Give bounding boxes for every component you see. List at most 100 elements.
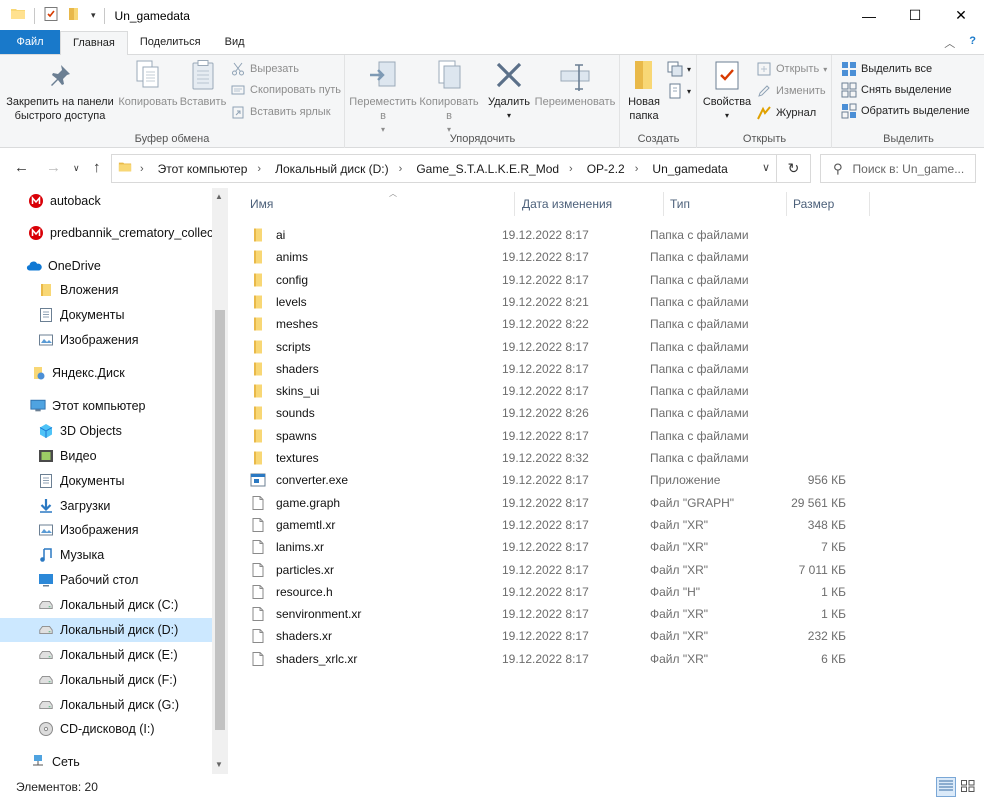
copy-to-button[interactable]: Копировать в ▾ — [416, 59, 482, 137]
minimize-button[interactable]: — — [846, 0, 892, 31]
easy-access-button[interactable]: ▾ — [667, 81, 691, 101]
file-row[interactable]: meshes 19.12.2022 8:22 Папка с файлами — [246, 313, 870, 335]
file-row[interactable]: ai 19.12.2022 8:17 Папка с файлами — [246, 224, 870, 246]
breadcrumb-drive-d[interactable]: Локальный диск (D:) — [275, 162, 389, 176]
large-icons-view-button[interactable] — [958, 777, 978, 797]
tab-home[interactable]: Главная — [60, 31, 128, 55]
qa-dropdown-icon[interactable]: ▾ — [91, 10, 96, 21]
details-view-button[interactable] — [936, 777, 956, 797]
nav-item[interactable]: Изображения — [0, 518, 212, 542]
nav-scrollbar[interactable]: ▲ ▼ — [212, 188, 228, 774]
delete-button[interactable]: Удалить ▾ — [484, 59, 534, 123]
file-row[interactable]: lanims.xr 19.12.2022 8:17 Файл "XR" 7 КБ — [246, 536, 870, 558]
file-row[interactable]: senvironment.xr 19.12.2022 8:17 Файл "XR" 1… — [246, 603, 870, 625]
file-row[interactable]: levels 19.12.2022 8:21 Папка с файлами — [246, 291, 870, 313]
column-header-date[interactable]: Дата изменения — [516, 192, 664, 216]
new-folder-button[interactable]: Новая папка — [623, 59, 665, 123]
move-to-button[interactable]: Переместить в ▾ — [348, 59, 418, 137]
breadcrumb-sep[interactable]: › — [395, 163, 411, 175]
breadcrumb-sep[interactable]: › — [565, 163, 581, 175]
refresh-icon[interactable]: ↻ — [776, 155, 810, 182]
file-row[interactable]: shaders 19.12.2022 8:17 Папка с файлами — [246, 358, 870, 380]
breadcrumb-sep[interactable]: › — [253, 163, 269, 175]
properties-qa-icon[interactable] — [43, 6, 59, 25]
maximize-button[interactable]: ☐ — [892, 0, 938, 31]
tab-file[interactable]: Файл — [0, 30, 60, 54]
nav-item[interactable]: CD-дисковод (I:) — [0, 717, 212, 741]
file-row[interactable]: gamemtl.xr 19.12.2022 8:17 Файл "XR" 348 КБ — [246, 514, 870, 536]
scroll-up-icon[interactable]: ▲ — [215, 192, 223, 201]
file-row[interactable]: shaders.xr 19.12.2022 8:17 Файл "XR" 232 КБ — [246, 625, 870, 647]
column-header-type[interactable]: Тип — [664, 192, 787, 216]
scroll-down-icon[interactable]: ▼ — [215, 760, 223, 769]
cut-button[interactable]: Вырезать — [230, 59, 299, 79]
nav-item[interactable]: predbannik_crematory_collect — [0, 221, 212, 245]
up-arrow-icon[interactable]: ↑ — [93, 159, 101, 176]
file-row[interactable]: game.graph 19.12.2022 8:17 Файл "GRAPH" 29 … — [246, 492, 870, 514]
forward-arrow-icon[interactable]: → — [46, 159, 61, 176]
edit-button[interactable]: Изменить — [756, 81, 826, 101]
select-all-button[interactable]: Выделить все — [841, 59, 932, 79]
nav-item[interactable]: OneDrive — [0, 254, 212, 278]
nav-item[interactable]: Этот компьютер — [0, 394, 212, 418]
paste-button[interactable]: Вставить — [180, 59, 226, 109]
new-folder-qa-icon[interactable] — [67, 6, 83, 25]
rename-button[interactable]: Переименовать — [534, 59, 616, 109]
new-item-button[interactable]: ▾ — [667, 59, 691, 79]
nav-item[interactable]: Рабочий стол — [0, 568, 212, 592]
nav-item[interactable]: Локальный диск (C:) — [0, 593, 212, 617]
breadcrumb-un-gamedata[interactable]: Un_gamedata — [652, 162, 727, 176]
nav-item[interactable]: Локальный диск (F:) — [0, 668, 212, 692]
breadcrumb-game-mod[interactable]: Game_S.T.A.L.K.E.R_Mod — [416, 162, 559, 176]
address-bar[interactable]: › Этот компьютер › Локальный диск (D:) ›… — [111, 154, 811, 183]
file-row[interactable]: particles.xr 19.12.2022 8:17 Файл "XR" 7 01… — [246, 559, 870, 581]
close-button[interactable]: ✕ — [938, 0, 984, 31]
paste-shortcut-button[interactable]: Вставить ярлык — [230, 102, 331, 122]
nav-item[interactable]: Локальный диск (D:) — [0, 618, 212, 642]
nav-item[interactable]: Загрузки — [0, 494, 212, 518]
column-header-name[interactable]: Имя ︿ — [244, 189, 515, 216]
column-header-size[interactable]: Размер — [787, 192, 870, 216]
nav-item[interactable]: Вложения — [0, 278, 212, 302]
pin-button[interactable]: Закрепить на панели быстрого доступа — [6, 59, 114, 123]
nav-item[interactable]: Сеть — [0, 750, 212, 774]
search-box[interactable]: ⚲ Поиск в: Un_game... — [820, 154, 976, 183]
file-row[interactable]: sounds 19.12.2022 8:26 Папка с файлами — [246, 402, 870, 424]
file-row[interactable]: textures 19.12.2022 8:32 Папка с файлами — [246, 447, 870, 469]
help-icon[interactable]: ? — [969, 35, 976, 51]
nav-item[interactable]: Видео — [0, 444, 212, 468]
open-button[interactable]: Открыть ▾ — [756, 59, 827, 79]
copy-path-button[interactable]: Скопировать путь — [230, 80, 341, 100]
nav-item[interactable]: Музыка — [0, 543, 212, 567]
breadcrumb-this-pc[interactable]: Этот компьютер — [158, 162, 248, 176]
tab-view[interactable]: Вид — [213, 31, 257, 54]
scroll-thumb[interactable] — [215, 310, 225, 730]
breadcrumb-sep[interactable]: › — [631, 163, 647, 175]
address-dropdown-icon[interactable]: ∨ — [762, 161, 770, 174]
nav-item[interactable]: Документы — [0, 303, 212, 327]
nav-item[interactable]: autoback — [0, 189, 212, 213]
file-row[interactable]: shaders_xrlc.xr 19.12.2022 8:17 Файл "XR" 6… — [246, 648, 870, 670]
select-none-button[interactable]: Снять выделение — [841, 80, 952, 100]
breadcrumb-op22[interactable]: OP-2.2 — [587, 162, 625, 176]
file-row[interactable]: converter.exe 19.12.2022 8:17 Приложение 95… — [246, 469, 870, 491]
nav-item[interactable]: Изображения — [0, 328, 212, 352]
properties-button[interactable]: Свойства ▾ — [702, 59, 752, 123]
collapse-ribbon-icon[interactable]: ︿ — [944, 35, 955, 51]
nav-item[interactable]: 3D Objects — [0, 419, 212, 443]
nav-item[interactable]: Документы — [0, 469, 212, 493]
file-row[interactable]: resource.h 19.12.2022 8:17 Файл "H" 1 КБ — [246, 581, 870, 603]
file-row[interactable]: spawns 19.12.2022 8:17 Папка с файлами — [246, 425, 870, 447]
recent-locations-icon[interactable]: ∨ — [73, 163, 80, 174]
file-row[interactable]: config 19.12.2022 8:17 Папка с файлами — [246, 269, 870, 291]
file-row[interactable]: scripts 19.12.2022 8:17 Папка с файлами — [246, 336, 870, 358]
history-button[interactable]: Журнал — [756, 103, 816, 123]
copy-button[interactable]: Копировать — [116, 59, 180, 109]
file-row[interactable]: anims 19.12.2022 8:17 Папка с файлами — [246, 246, 870, 268]
nav-item[interactable]: Локальный диск (G:) — [0, 693, 212, 717]
nav-item[interactable]: Локальный диск (E:) — [0, 643, 212, 667]
back-arrow-icon[interactable]: ← — [14, 159, 29, 176]
tab-share[interactable]: Поделиться — [128, 31, 213, 54]
nav-item[interactable]: Яндекс.Диск — [0, 361, 212, 385]
invert-selection-button[interactable]: Обратить выделение — [841, 101, 970, 121]
